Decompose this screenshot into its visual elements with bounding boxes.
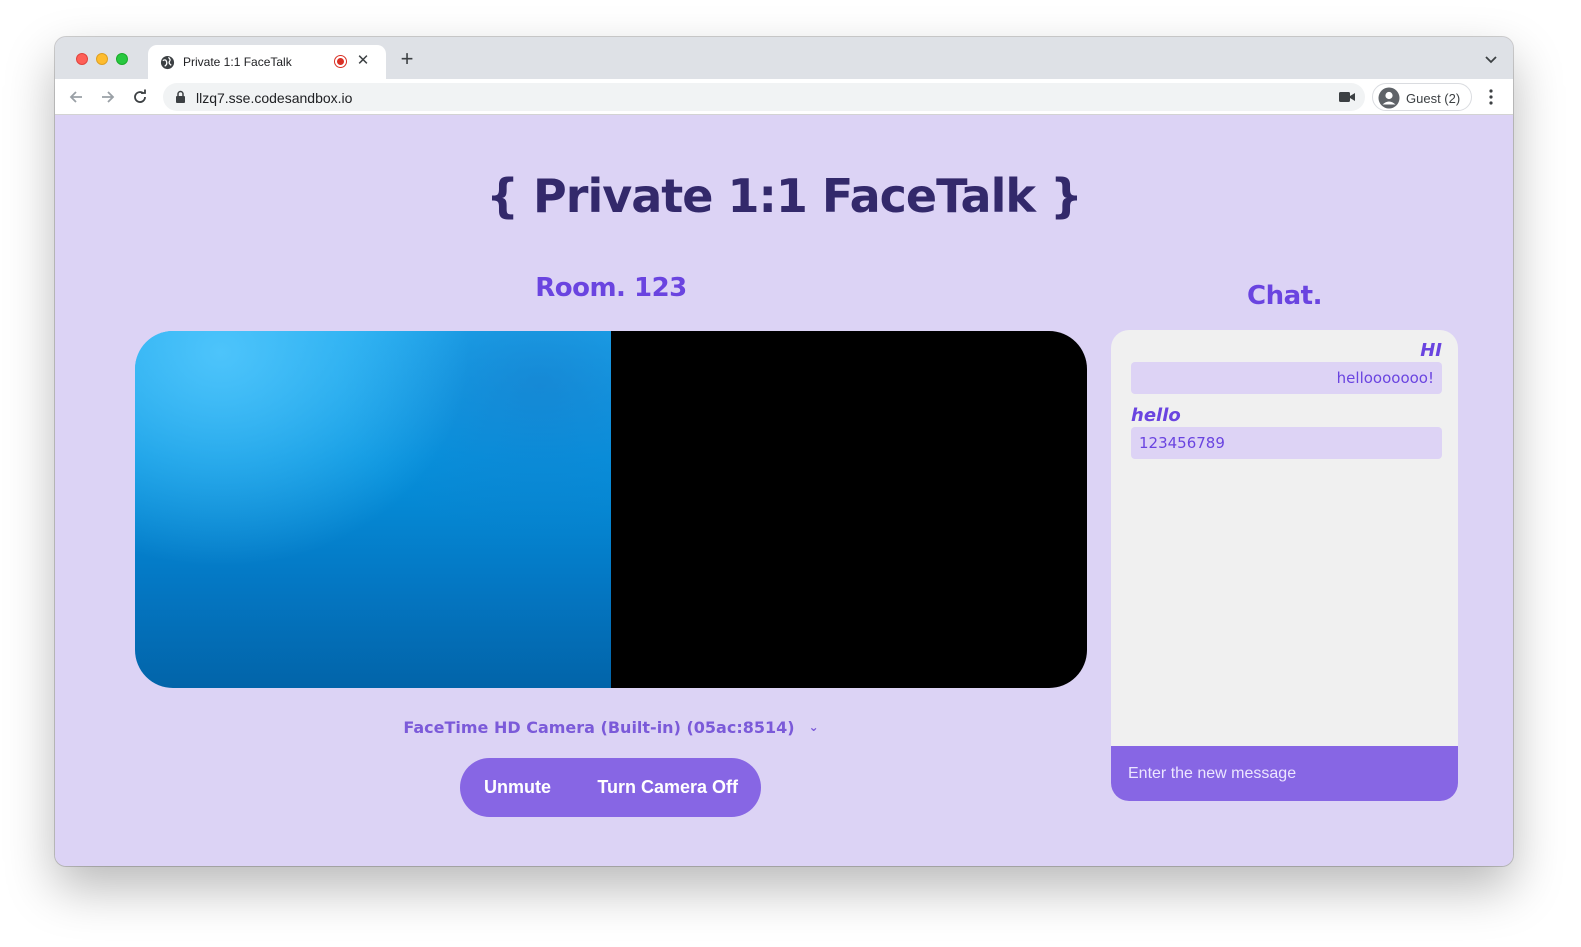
local-video [135,331,611,688]
tab-strip: Private 1:1 FaceTalk ✕ + [55,37,1513,79]
new-message-input[interactable] [1111,746,1458,801]
chat-panel: HI hellooooooo! hello 123456789 [1111,330,1458,801]
chat-message: HI hellooooooo! [1131,340,1442,394]
page-title: { Private 1:1 FaceTalk } [486,169,1082,223]
address-bar[interactable]: llzq7.sse.codesandbox.io [163,83,1365,111]
new-tab-button[interactable]: + [397,48,417,70]
tab-title: Private 1:1 FaceTalk [183,55,292,69]
camera-select-label: FaceTime HD Camera (Built-in) (05ac:8514… [403,718,795,737]
close-icon[interactable]: ✕ [354,52,372,70]
avatar-icon [1378,87,1400,109]
camera-icon[interactable] [1339,91,1355,103]
remote-video [611,331,1087,688]
reload-icon[interactable] [131,88,149,106]
recording-icon [334,55,347,68]
forward-arrow-icon[interactable] [99,88,117,106]
lock-icon [176,90,185,103]
unmute-button[interactable]: Unmute [484,777,551,798]
browser-window: Private 1:1 FaceTalk ✕ + llzq7.sse.codes… [55,37,1513,866]
message-text: hellooooooo! [1131,362,1442,394]
browser-tab[interactable]: Private 1:1 FaceTalk ✕ [148,45,386,79]
camera-select[interactable]: FaceTime HD Camera (Built-in) (05ac:8514… [135,718,1087,737]
url-text: llzq7.sse.codesandbox.io [196,90,353,106]
globe-icon [160,55,175,70]
chevron-down-icon[interactable] [1483,51,1499,67]
profile-button[interactable]: Guest (2) [1372,83,1472,111]
minimize-window-button[interactable] [96,53,108,65]
call-controls: Unmute Turn Camera Off [460,758,761,817]
room-title: Room. 123 [535,273,687,303]
browser-toolbar: llzq7.sse.codesandbox.io Guest (2) [55,79,1513,115]
turn-camera-off-button[interactable]: Turn Camera Off [597,777,738,798]
profile-label: Guest (2) [1406,91,1461,106]
back-arrow-icon[interactable] [67,88,85,106]
more-vert-icon[interactable] [1483,88,1499,106]
zoom-window-button[interactable] [116,53,128,65]
chat-title: Chat. [1247,281,1322,311]
close-window-button[interactable] [76,53,88,65]
message-text: 123456789 [1131,427,1442,459]
chevron-down-icon: ⌄ [808,720,819,734]
video-stage [135,331,1087,688]
chat-message: hello 123456789 [1131,405,1442,459]
message-author: hello [1131,405,1181,426]
app-page: { Private 1:1 FaceTalk } Room. 123 FaceT… [55,115,1513,866]
message-author: HI [1420,340,1442,361]
